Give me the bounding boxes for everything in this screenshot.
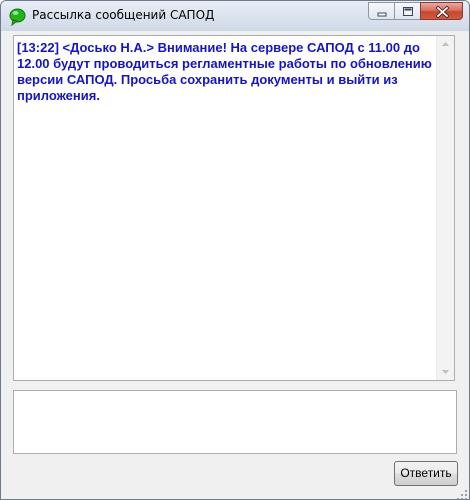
message-text: [13:22] <Досько Н.А.> Внимание! На серве…: [17, 40, 432, 103]
minimize-icon: [377, 12, 387, 17]
maximize-icon: [403, 7, 413, 16]
window-title: Рассылка сообщений САПОД: [32, 8, 215, 22]
window-client-area: [13:22] <Досько Н.А.> Внимание! На серве…: [8, 31, 462, 493]
reply-input[interactable]: [13, 390, 457, 454]
caption-buttons: [368, 2, 463, 20]
scroll-down-arrow-icon[interactable]: [437, 363, 454, 380]
maximize-button[interactable]: [394, 2, 420, 20]
resize-grip-icon[interactable]: [456, 486, 468, 499]
speech-bubble-icon: [9, 8, 26, 27]
message-log[interactable]: [13:22] <Досько Н.А.> Внимание! На серве…: [13, 35, 455, 381]
scroll-up-arrow-icon[interactable]: [437, 36, 454, 53]
title-bar[interactable]: Рассылка сообщений САПОД: [1, 1, 469, 31]
minimize-button[interactable]: [368, 2, 394, 20]
reply-button[interactable]: Ответить: [394, 461, 458, 486]
vertical-scrollbar[interactable]: [436, 36, 454, 380]
close-icon: [435, 5, 450, 19]
app-window: Рассылка сообщений САПОД [13:22] <Досько…: [0, 0, 470, 500]
close-button[interactable]: [420, 2, 463, 20]
